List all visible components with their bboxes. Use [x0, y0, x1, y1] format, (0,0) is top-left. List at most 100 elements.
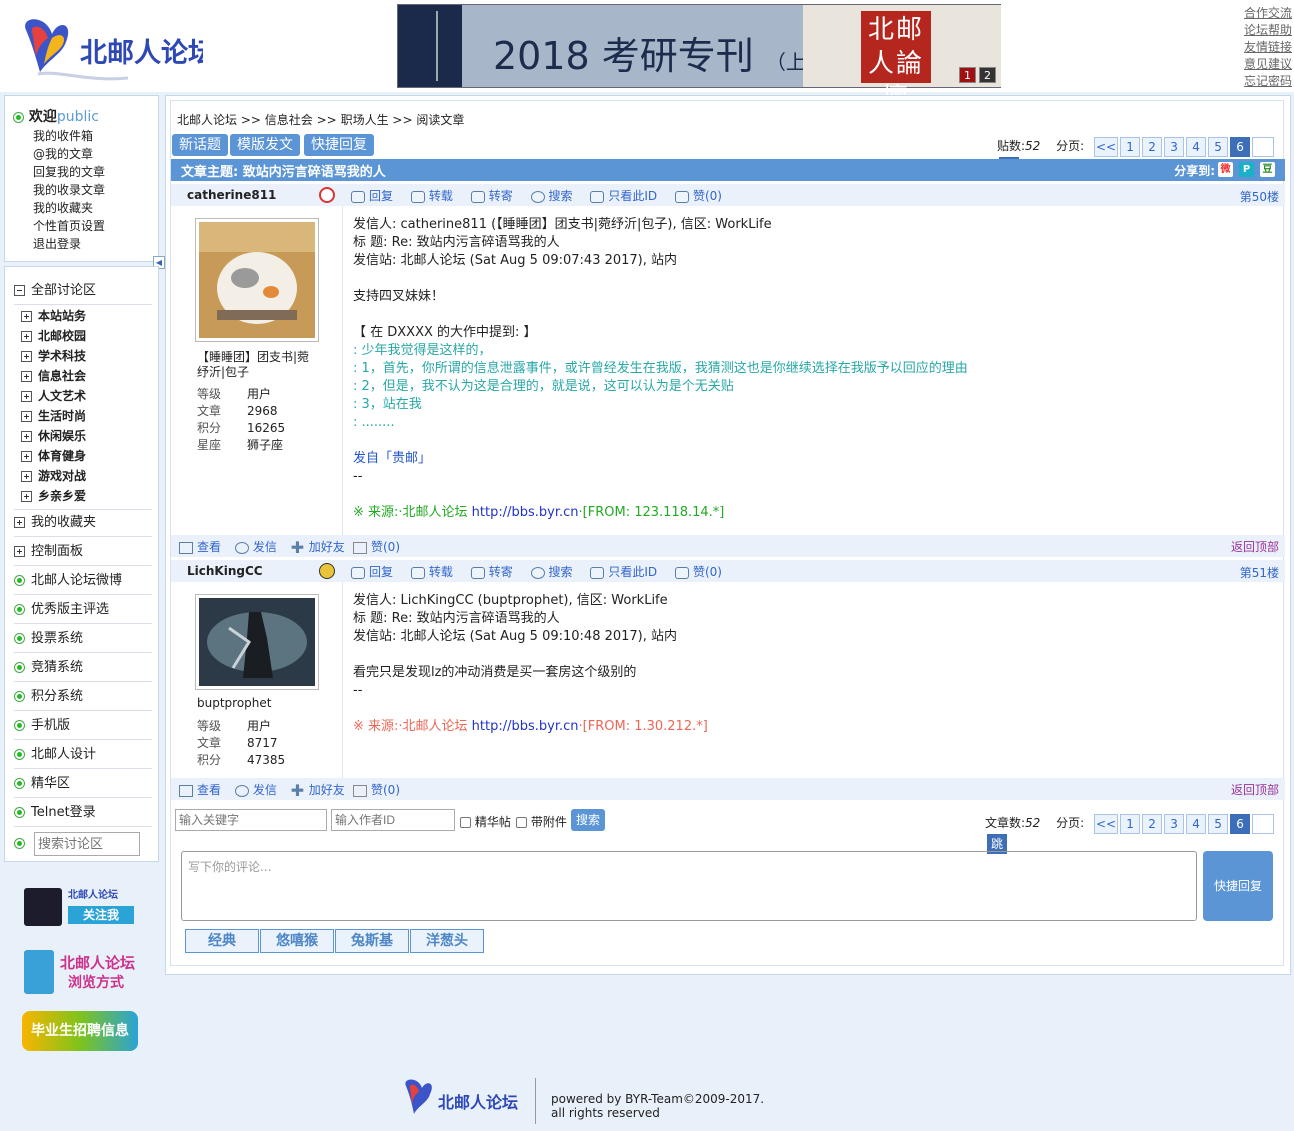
like-button[interactable]: 赞(0) — [674, 565, 722, 579]
site-logo[interactable]: 北邮人论坛 — [18, 12, 215, 86]
sidebar-control-panel[interactable]: 控制面板 — [14, 542, 152, 562]
view-profile-button[interactable]: 查看 — [179, 540, 221, 554]
sidebar-section-0[interactable]: 本站站务 — [21, 306, 86, 326]
douban-share-icon[interactable]: 豆 — [1260, 162, 1275, 177]
sidebar-link-weibo[interactable]: 北邮人论坛微博 — [14, 571, 152, 591]
source-url-link[interactable]: http://bbs.byr.cn — [472, 719, 579, 734]
view-profile-button[interactable]: 查看 — [179, 783, 221, 797]
menu-replies[interactable]: 回复我的文章 — [33, 163, 105, 181]
sidebar-section-2[interactable]: 学术科技 — [21, 346, 86, 366]
only-author-button[interactable]: 只看此ID — [590, 565, 657, 579]
sidebar-link-guess[interactable]: 竞猜系统 — [14, 658, 152, 678]
new-topic-button[interactable]: 新话题 — [172, 134, 228, 156]
page-jump-input[interactable] — [1252, 136, 1275, 157]
keyword-search-input[interactable] — [175, 809, 327, 831]
menu-logout[interactable]: 退出登录 — [33, 235, 105, 253]
qzone-share-icon[interactable]: P — [1239, 162, 1254, 177]
attachment-checkbox[interactable]: 带附件 — [516, 813, 567, 830]
welcome-user[interactable]: public — [57, 109, 99, 125]
like-footer-button[interactable]: 赞(0) — [353, 538, 400, 555]
page-6-current[interactable]: 6 — [1230, 136, 1251, 157]
crumb-home[interactable]: 北邮人论坛 — [177, 113, 237, 127]
like-button[interactable]: 赞(0) — [674, 189, 722, 203]
sidebar-link-design[interactable]: 北邮人设计 — [14, 745, 152, 765]
floor-number[interactable]: 第51楼 — [1240, 564, 1279, 581]
author-search-input[interactable] — [331, 809, 455, 831]
sidebar-link-points[interactable]: 积分系统 — [14, 687, 152, 707]
page-2[interactable]: 2 — [1142, 136, 1163, 157]
sidebar-section-1[interactable]: 北邮校园 — [21, 326, 86, 346]
source-url-link[interactable]: http://bbs.byr.cn — [472, 505, 579, 520]
quick-reply-button[interactable]: 快捷回复 — [1203, 851, 1273, 921]
back-to-top-link[interactable]: 返回顶部 — [1231, 781, 1279, 798]
reply-button[interactable]: 回复 — [351, 189, 393, 203]
sidebar-section-5[interactable]: 生活时尚 — [21, 406, 86, 426]
sidebar-link-telnet[interactable]: Telnet登录 — [14, 803, 152, 823]
page-6-current[interactable]: 6 — [1230, 813, 1251, 834]
banner-page-1[interactable]: 1 — [959, 67, 976, 83]
page-first[interactable]: << — [1094, 813, 1119, 834]
banner-page-2[interactable]: 2 — [979, 67, 996, 83]
post-username[interactable]: catherine811 — [187, 188, 276, 202]
weibo-share-icon[interactable]: 微 — [1218, 162, 1233, 177]
section-search-input[interactable] — [34, 832, 140, 856]
menu-favorites[interactable]: 我的收藏夹 — [33, 199, 105, 217]
forward-button[interactable]: 转载 — [410, 565, 453, 579]
mail-button[interactable]: 转寄 — [470, 189, 513, 203]
sidebar-section-4[interactable]: 人文艺术 — [21, 386, 86, 406]
like-footer-button[interactable]: 赞(0) — [353, 781, 400, 798]
page-5[interactable]: 5 — [1208, 136, 1229, 157]
menu-mentions[interactable]: @我的文章 — [33, 145, 105, 163]
digest-checkbox[interactable]: 精华帖 — [460, 813, 511, 830]
crumb-section[interactable]: 信息社会 — [265, 113, 313, 127]
comment-textarea[interactable]: 写下你的评论... — [181, 851, 1197, 921]
user-avatar[interactable] — [195, 594, 319, 690]
sidebar-all-sections[interactable]: 全部讨论区 — [14, 281, 152, 301]
mail-button[interactable]: 转寄 — [470, 565, 513, 579]
menu-homepage-settings[interactable]: 个性首页设置 — [33, 217, 105, 235]
menu-collected[interactable]: 我的收录文章 — [33, 181, 105, 199]
banner-ad[interactable]: 2018 考研专刊 （上） 北邮人論壇 1 2 — [397, 4, 1001, 113]
add-friend-button[interactable]: ✚ 加好友 — [291, 782, 345, 798]
page-jump-input[interactable] — [1252, 813, 1275, 834]
template-post-button[interactable]: 模版发文 — [230, 134, 300, 156]
add-friend-button[interactable]: ✚ 加好友 — [291, 539, 345, 555]
search-button[interactable]: 搜索 — [530, 189, 573, 203]
page-1[interactable]: 1 — [1120, 813, 1141, 834]
post-username[interactable]: LichKingCC — [187, 564, 263, 578]
link-cooperation[interactable]: 合作交流 — [1238, 5, 1292, 22]
sidebar-section-8[interactable]: 游戏对战 — [21, 466, 86, 486]
graduate-jobs-badge[interactable]: 毕业生招聘信息 — [20, 1005, 140, 1059]
crumb-board[interactable]: 职场人生 — [341, 113, 389, 127]
browse-mode-badge[interactable]: 北邮人论坛 浏览方式 — [20, 946, 140, 996]
forward-button[interactable]: 转载 — [410, 189, 453, 203]
page-3[interactable]: 3 — [1164, 136, 1185, 157]
menu-inbox[interactable]: 我的收件箱 — [33, 127, 105, 145]
sidebar-section-9[interactable]: 乡亲乡爱 — [21, 486, 86, 506]
emoticon-tab-youxihou[interactable]: 悠嘻猴 — [260, 929, 334, 953]
page-3[interactable]: 3 — [1164, 813, 1185, 834]
back-to-top-link[interactable]: 返回顶部 — [1231, 538, 1279, 555]
sidebar-favorites[interactable]: 我的收藏夹 — [14, 513, 152, 533]
emoticon-tab-tusiji[interactable]: 兔斯基 — [335, 929, 409, 953]
page-first[interactable]: << — [1094, 136, 1119, 157]
page-5[interactable]: 5 — [1208, 813, 1229, 834]
sidebar-section-6[interactable]: 休闲娱乐 — [21, 426, 86, 446]
sidebar-link-vote[interactable]: 投票系统 — [14, 629, 152, 649]
send-message-button[interactable]: 发信 — [234, 540, 277, 554]
send-message-button[interactable]: 发信 — [234, 783, 277, 797]
weibo-follow-badge[interactable]: 北邮人论坛 关注我 — [22, 884, 138, 930]
reply-button[interactable]: 回复 — [351, 565, 393, 579]
search-submit-button[interactable]: 搜索 — [571, 809, 606, 831]
link-forgot-password[interactable]: 忘记密码 — [1238, 73, 1292, 90]
quick-reply-top-button[interactable]: 快捷回复 — [304, 134, 374, 156]
search-button[interactable]: 搜索 — [530, 565, 573, 579]
sidebar-section-3[interactable]: 信息社会 — [21, 366, 86, 386]
page-1[interactable]: 1 — [1120, 136, 1141, 157]
sidebar-link-mobile[interactable]: 手机版 — [14, 716, 152, 736]
only-author-button[interactable]: 只看此ID — [590, 189, 657, 203]
page-2[interactable]: 2 — [1142, 813, 1163, 834]
sent-from-link[interactable]: 发自「贵邮」 — [353, 450, 968, 468]
page-4[interactable]: 4 — [1186, 136, 1207, 157]
page-4[interactable]: 4 — [1186, 813, 1207, 834]
